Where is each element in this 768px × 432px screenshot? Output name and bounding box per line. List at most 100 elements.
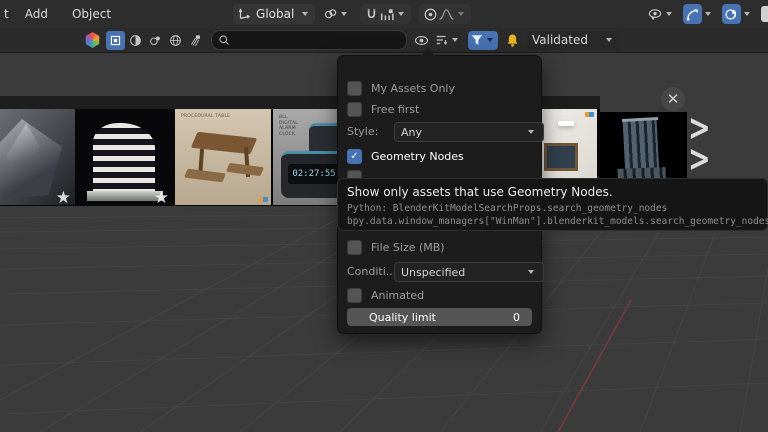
filter-label: Free first <box>371 103 420 116</box>
menu-object[interactable]: Object <box>60 0 123 28</box>
slider-label: Quality limit <box>369 310 436 324</box>
transform-orientation-dropdown[interactable]: Global <box>233 4 316 24</box>
chevron-down-icon <box>705 12 711 16</box>
style-value: Any <box>401 125 423 139</box>
slider-value: 0 <box>513 310 520 324</box>
chevron-down-icon <box>302 12 309 16</box>
gizmo-arrow-icon <box>686 8 698 20</box>
visibility-eye-icon[interactable] <box>414 33 429 48</box>
snap-increment-icon <box>381 8 394 20</box>
blenderkit-logo-icon <box>85 32 100 48</box>
filter-row-geometry-nodes[interactable]: ✓ Geometry Nodes <box>347 148 532 165</box>
chevron-down-icon <box>398 12 405 16</box>
filter-label: Geometry Nodes <box>371 150 464 163</box>
tooltip-title: Show only assets that use Geometry Nodes… <box>347 185 613 199</box>
snapping-group[interactable] <box>360 4 412 24</box>
filter-row-my-assets[interactable]: My Assets Only <box>347 80 532 97</box>
blenderkit-plan-badge <box>585 112 594 117</box>
asset-type-brush-button[interactable] <box>186 31 205 50</box>
chevron-down-icon <box>341 12 348 16</box>
tooltip-python-path: bpy.data.window_managers["WinMan"].blend… <box>347 215 768 227</box>
orientation-label: Global <box>256 7 295 21</box>
orientation-axes-icon <box>238 8 251 19</box>
filter-label: File Size (MB) <box>371 241 445 254</box>
filter-row-file-size[interactable]: File Size (MB) <box>347 239 532 256</box>
asset-thumbnail-crystal[interactable]: ★ <box>0 109 75 205</box>
asset-type-hdr-button[interactable] <box>166 31 185 50</box>
filter-funnel-icon <box>471 35 483 45</box>
close-asset-bar-button[interactable]: ✕ <box>661 87 685 111</box>
bench <box>225 162 265 177</box>
validated-dropdown[interactable]: Validated <box>527 30 620 50</box>
filter-row-free-first[interactable]: Free first <box>347 101 532 118</box>
checkbox-file-size[interactable] <box>347 240 362 255</box>
show-gizmos-toggle[interactable] <box>683 4 702 24</box>
top-header-bar: t Add Object Global <box>0 0 768 29</box>
checkbox-my-assets[interactable] <box>347 81 362 96</box>
search-input[interactable] <box>234 33 400 47</box>
link-rings-icon <box>325 8 337 18</box>
filter-button[interactable] <box>468 30 498 50</box>
asset-search-field[interactable] <box>211 30 407 50</box>
star-icon: ★ <box>153 188 169 206</box>
proportional-editing-group[interactable] <box>419 4 472 24</box>
magnet-icon <box>368 8 376 18</box>
asset-type-material-button[interactable] <box>126 31 145 50</box>
gizmo-visibility-icon <box>648 8 662 20</box>
close-icon: ✕ <box>666 90 680 108</box>
notification-bell-icon[interactable] <box>505 33 520 48</box>
brush-icon <box>191 34 200 46</box>
world-globe-icon <box>170 34 181 46</box>
xray-toggle-partial[interactable] <box>761 6 768 22</box>
show-gizmo-button[interactable] <box>645 4 677 24</box>
building-shape <box>93 123 155 197</box>
show-overlays-toggle[interactable] <box>722 4 741 24</box>
clock-display: 02:27:55 <box>288 164 340 184</box>
scene-icon <box>150 36 160 45</box>
asset-thumbnail-curved-building[interactable]: ★ <box>77 109 173 205</box>
falloff-curve-icon <box>439 8 455 20</box>
bench <box>184 168 226 183</box>
next-page-arrow-bottom[interactable]: > <box>688 141 711 177</box>
quality-limit-slider[interactable]: Quality limit 0 <box>347 308 532 326</box>
asset-type-scene-button[interactable] <box>146 31 165 50</box>
filter-label: Style: <box>347 125 379 138</box>
chevron-down-icon <box>487 38 493 42</box>
sort-list-icon <box>436 35 448 45</box>
overlays-icon <box>725 8 736 20</box>
thumbnail-caption: PROCEDURAL TABLE <box>181 114 231 119</box>
style-dropdown[interactable]: Any <box>394 122 544 142</box>
filter-label: My Assets Only <box>371 82 455 95</box>
checkbox-geometry-nodes[interactable]: ✓ <box>347 149 362 164</box>
tooltip-python-ref: Python: BlenderKitModelSearchProps.searc… <box>347 203 668 214</box>
check-icon: ✓ <box>350 150 359 162</box>
checkbox-free-first[interactable] <box>347 102 362 117</box>
asset-thumbnail-table[interactable]: PROCEDURAL TABLE <box>175 109 271 205</box>
filter-row-animated[interactable]: Animated <box>347 287 532 304</box>
validated-label: Validated <box>532 33 588 47</box>
menu-select-fragment[interactable]: t <box>0 0 13 28</box>
condition-value: Unspecified <box>401 265 466 279</box>
chevron-down-icon <box>528 270 534 274</box>
snap-target-button[interactable] <box>321 4 352 24</box>
model-icon <box>110 35 121 45</box>
ceiling-light <box>558 121 574 126</box>
chevron-down-icon <box>744 12 750 16</box>
chevron-down-icon <box>666 12 672 16</box>
sort-options-button[interactable] <box>433 30 463 50</box>
geometry-nodes-tooltip: Show only assets that use Geometry Nodes… <box>337 178 768 231</box>
star-icon: ★ <box>55 188 71 206</box>
asset-type-model-button[interactable] <box>106 30 125 50</box>
painting <box>544 143 578 171</box>
menu-add[interactable]: Add <box>13 0 60 28</box>
chevron-down-icon <box>606 38 612 42</box>
chevron-right-icon: > <box>688 138 711 181</box>
blenderkit-plan-badge <box>259 197 268 202</box>
popup-pointer <box>421 48 435 56</box>
filter-label: Conditi... <box>347 265 397 278</box>
material-sphere-icon <box>130 34 141 46</box>
building-base <box>87 191 163 201</box>
filter-label: Animated <box>371 289 425 302</box>
condition-dropdown[interactable]: Unspecified <box>394 262 544 282</box>
checkbox-animated[interactable] <box>347 288 362 303</box>
